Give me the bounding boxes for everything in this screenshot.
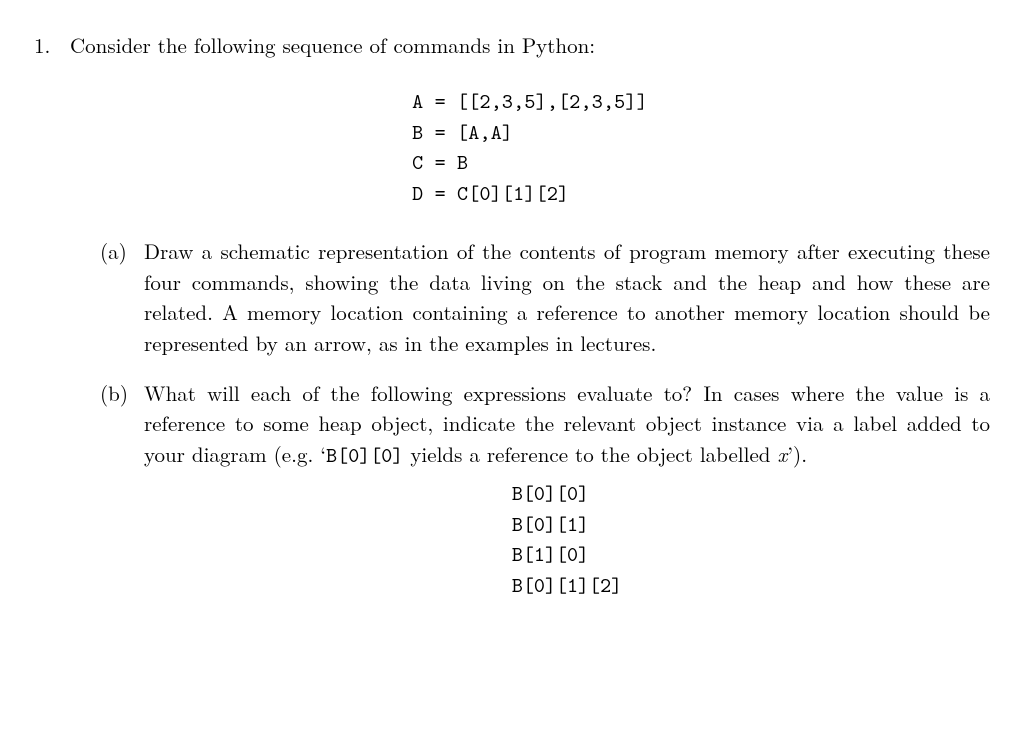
code-line: D = C[0][1][2] <box>412 179 569 207</box>
subpart-b-text-mid: yields a reference to the object labelle… <box>403 439 777 469</box>
subpart-b: (b) What will each of the following expr… <box>100 378 990 600</box>
expression-line: B[1][0] <box>512 540 589 568</box>
expression-line: B[0][0] <box>512 479 589 507</box>
expression-line: B[0][1] <box>512 510 589 538</box>
subpart-b-body: What will each of the following expressi… <box>144 378 990 600</box>
code-inline-example: B[0][0] <box>326 441 403 469</box>
code-line: B = [A,A] <box>412 118 513 146</box>
subpart-a-label: (a) <box>100 236 134 266</box>
subpart-b-label: (b) <box>100 378 134 408</box>
var-x: x <box>777 439 787 469</box>
expression-block: B[0][0] B[0][1] B[1][0] B[0][1][2] <box>512 478 622 600</box>
expression-line: B[0][1][2] <box>512 571 622 599</box>
problem-body: Consider the following sequence of comma… <box>70 30 990 620</box>
code-line: A = [[2,3,5],[2,3,5]] <box>412 87 648 115</box>
subpart-a: (a) Draw a schematic representation of t… <box>100 236 990 358</box>
problem-intro: Consider the following sequence of comma… <box>70 30 990 60</box>
subpart-a-body: Draw a schematic representation of the c… <box>144 236 990 358</box>
problem-number: 1. <box>34 30 58 60</box>
code-block-main: A = [[2,3,5],[2,3,5]] B = [A,A] C = B D … <box>412 86 648 208</box>
problem-1: 1. Consider the following sequence of co… <box>34 30 990 620</box>
code-line: C = B <box>412 148 468 176</box>
subpart-b-text-post: ’). <box>787 439 807 469</box>
